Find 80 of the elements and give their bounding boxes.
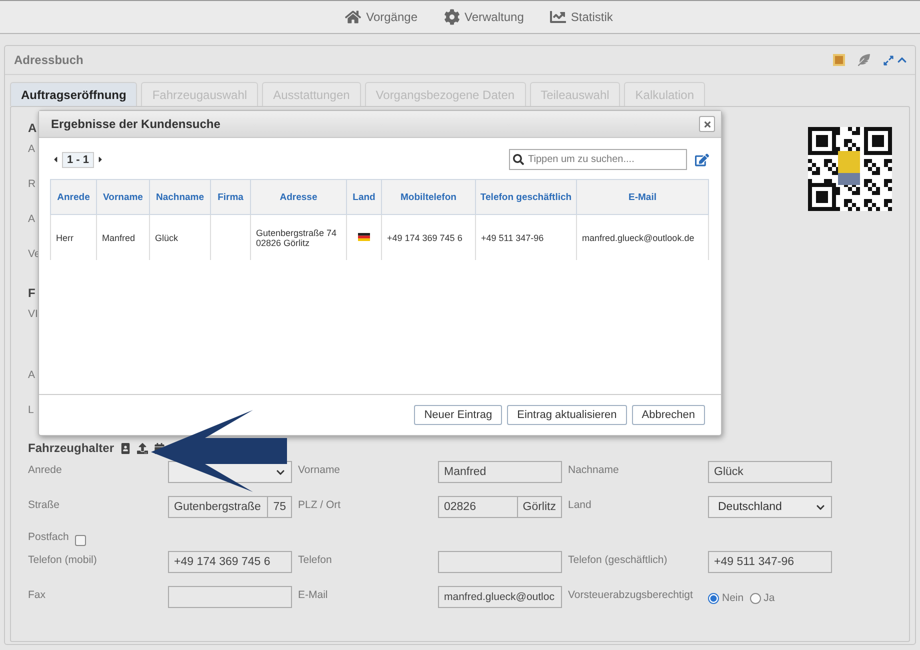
expand-icon[interactable] xyxy=(883,54,894,66)
text-field[interactable] xyxy=(438,551,562,573)
calendar-icon[interactable] xyxy=(154,442,166,454)
tab[interactable]: Auftragseröffnung xyxy=(10,82,138,106)
dialog-button[interactable]: Abbrechen xyxy=(632,405,705,425)
close-button[interactable] xyxy=(699,116,715,132)
table-cell: Gutenbergstraße 74 02826 Görlitz xyxy=(250,214,346,260)
home-icon xyxy=(345,9,362,25)
table-cell: manfred.glueck@outlook.de xyxy=(576,214,708,260)
section-title: F xyxy=(28,286,36,302)
column-header[interactable]: Anrede xyxy=(50,180,96,214)
section-title: Fahrzeughalter xyxy=(28,441,114,455)
field-label: A xyxy=(28,213,36,227)
page-range: 1 - 1 xyxy=(62,152,94,168)
field-label: PLZ / Ort xyxy=(298,498,342,513)
chevron-down-icon xyxy=(816,502,825,512)
text-field[interactable]: manfred.glueck@outloc xyxy=(438,586,562,608)
field-label: Telefon (mobil) xyxy=(28,553,98,568)
field-label: Vorname xyxy=(298,463,342,478)
field-label: R xyxy=(28,178,37,192)
contact-icon[interactable] xyxy=(120,442,132,454)
field-label: Land xyxy=(568,498,592,513)
text-field[interactable]: Görlitz xyxy=(518,496,562,518)
field-label: A xyxy=(28,143,36,157)
feather-icon[interactable] xyxy=(858,54,870,66)
radio-option[interactable]: Nein xyxy=(708,592,744,604)
search-icon xyxy=(513,154,524,165)
dialog-button[interactable]: Neuer Eintrag xyxy=(414,405,502,425)
text-field[interactable]: 75 xyxy=(268,496,292,518)
field-label: E-Mail xyxy=(298,588,329,603)
text-field[interactable]: Glück xyxy=(708,461,832,483)
upload-icon[interactable] xyxy=(137,442,148,454)
nav-link[interactable]: Verwaltung xyxy=(444,9,524,25)
chevron-down-icon xyxy=(276,468,285,476)
select-field[interactable]: Deutschland xyxy=(708,496,832,518)
text-field[interactable]: 02826 xyxy=(438,496,518,518)
field-label: A xyxy=(28,369,36,383)
flag-icon xyxy=(358,232,370,240)
close-icon xyxy=(702,120,712,128)
dialog-button[interactable]: Eintrag aktualisieren xyxy=(507,405,627,425)
column-header[interactable]: Firma xyxy=(210,180,250,214)
nav-link[interactable]: Vorgänge xyxy=(345,9,418,25)
field-label: Straße xyxy=(28,498,61,513)
column-header[interactable]: Nachname xyxy=(150,180,210,214)
field-label: L xyxy=(28,404,35,418)
table-cell: Manfred xyxy=(96,214,150,260)
text-field[interactable]: +49 511 347-96 xyxy=(708,551,832,573)
field-label: VI xyxy=(28,308,39,322)
text-field[interactable]: Gutenbergstraße xyxy=(168,496,268,518)
search-field[interactable]: Tippen um zu suchen.... xyxy=(509,149,687,170)
gear-icon xyxy=(444,9,460,25)
column-header[interactable]: E-Mail xyxy=(576,180,708,214)
nav-link[interactable]: Statistik xyxy=(550,9,613,25)
field-label: Nachname xyxy=(568,463,620,478)
column-header[interactable]: Vorname xyxy=(96,180,150,214)
column-header[interactable]: Mobiltelefon xyxy=(382,180,476,214)
field-label: Telefon xyxy=(298,553,333,568)
field-label: Postfach xyxy=(28,531,69,545)
chart-icon xyxy=(550,9,566,25)
column-header[interactable]: Land xyxy=(346,180,382,214)
dialog-title: Ergebnisse der Kundensuche xyxy=(51,117,220,131)
section-title: A xyxy=(28,121,38,137)
text-field[interactable]: +49 174 369 745 6 xyxy=(168,551,292,573)
checkbox[interactable] xyxy=(74,535,86,546)
field-label: Anrede xyxy=(28,463,63,478)
table-cell: +49 174 369 745 6 xyxy=(382,214,476,260)
field-label: Fax xyxy=(28,588,47,603)
field-label: Telefon (geschäftlich) xyxy=(568,553,668,568)
panel-title: Adressbuch xyxy=(14,53,84,67)
field-label: Vorsteuerabzugsberechtigt xyxy=(568,588,694,603)
collapse-icon[interactable] xyxy=(897,54,907,64)
table-cell: Herr xyxy=(50,214,96,260)
table-cell: +49 511 347-96 xyxy=(476,214,576,260)
text-field[interactable] xyxy=(168,586,292,608)
text-field[interactable]: Manfred xyxy=(438,461,562,483)
column-header[interactable]: Telefon geschäftlich xyxy=(476,180,576,214)
edit-icon[interactable] xyxy=(695,152,709,166)
table-cell: Glück xyxy=(150,214,210,260)
radio-option[interactable]: Ja xyxy=(750,592,775,604)
column-header[interactable]: Adresse xyxy=(250,180,346,214)
